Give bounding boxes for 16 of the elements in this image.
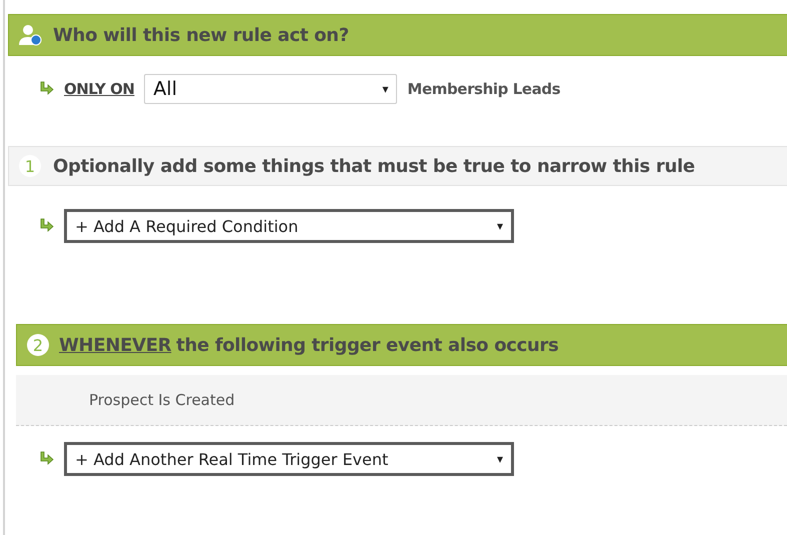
trigger-select[interactable]: + Add Another Real Time Trigger Event ▾	[64, 442, 514, 476]
section-title: Who will this new rule act on?	[53, 24, 349, 46]
section-title: the following trigger event also occurs	[176, 334, 559, 356]
arrow-icon	[38, 451, 54, 467]
whenever-link[interactable]: WHENEVER	[59, 334, 172, 356]
audience-select[interactable]: All ▾	[144, 74, 398, 104]
user-help-icon	[19, 24, 43, 46]
arrow-icon	[38, 218, 54, 234]
only-on-link[interactable]: ONLY ON	[64, 80, 134, 98]
arrow-icon	[38, 81, 54, 97]
step-number: 2	[27, 334, 49, 356]
step-number: 1	[19, 155, 41, 177]
list-name: Membership Leads	[407, 80, 560, 98]
condition-select[interactable]: + Add A Required Condition ▾	[64, 209, 514, 243]
trigger-event-name: Prospect Is Created	[89, 391, 235, 409]
section-title: Optionally add some things that must be true to narrow this rule	[53, 156, 695, 176]
